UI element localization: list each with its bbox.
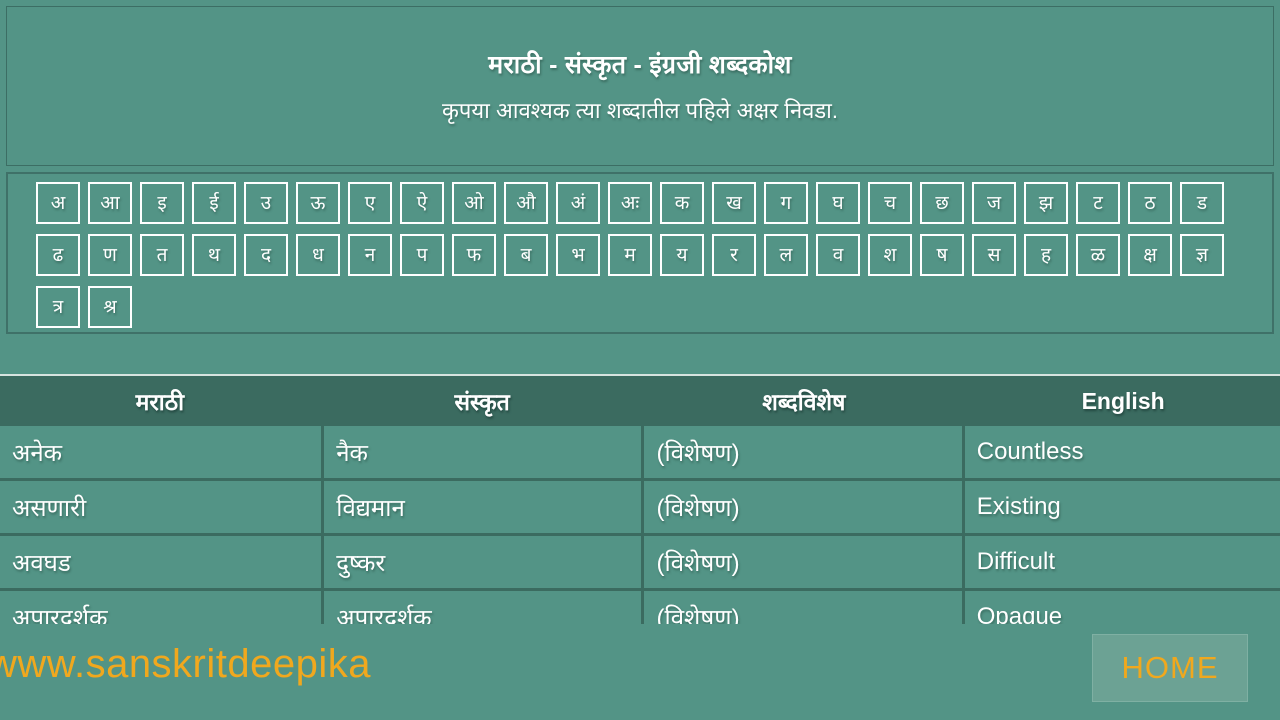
keyboard-row: अ आ इ ई उ ऊ ए ऐ ओ औ अं अः क ख ग घ च छ ज झ ट ठ ड [8,182,1272,234]
letter-key[interactable]: ऊ [296,182,340,224]
column-header: संस्कृत [454,389,510,415]
letter-key[interactable]: ग [764,182,808,224]
instruction-text: कृपया आवश्यक त्या शब्दातील पहिले अक्षर न… [442,98,838,123]
letter-key[interactable]: ओ [452,182,496,224]
letter-key[interactable]: त्र [36,286,80,328]
letter-key[interactable]: ऐ [400,182,444,224]
letter-key[interactable]: ध [296,234,340,276]
letter-key[interactable]: न [348,234,392,276]
table-cell: असणारी [0,481,322,533]
title-panel: मराठी - संस्कृत - इंग्रजी शब्दकोश कृपया … [6,6,1274,166]
letter-key[interactable]: ड [1180,182,1224,224]
letter-key[interactable]: द [244,234,288,276]
table-row[interactable]: अनेक नैक (विशेषण) Countless [0,426,1280,478]
table-cell: (विशेषण) [644,481,962,533]
letter-key[interactable]: ढ [36,234,80,276]
letter-key[interactable]: ह [1024,234,1068,276]
table-cell: (विशेषण) [644,426,962,478]
letter-key[interactable]: ज्ञ [1180,234,1224,276]
table-cell: (विशेषण) [644,536,962,588]
table-cell: अनेक [0,426,322,478]
letter-key[interactable]: ज [972,182,1016,224]
letter-key[interactable]: छ [920,182,964,224]
letter-key[interactable]: इ [140,182,184,224]
table-header-row: मराठी संस्कृत शब्दविशेष English [0,374,1280,426]
letter-key[interactable]: त [140,234,184,276]
table-cell: अवघड [0,536,322,588]
app-root: मराठी - संस्कृत - इंग्रजी शब्दकोश कृपया … [0,0,1280,720]
letter-key[interactable]: क [660,182,704,224]
keyboard-row: त्र श्र [8,286,1272,338]
table-cell: Difficult [964,536,1280,588]
table-row[interactable]: अवघड दुष्कर (विशेषण) Difficult [0,536,1280,588]
page-title: मराठी - संस्कृत - इंग्रजी शब्दकोश [488,51,792,79]
keyboard-row: ढ ण त थ द ध न प फ ब भ म य र ल व श ष स ह ळ क्ष ज्ञ [8,234,1272,286]
table-cell: विद्यमान [324,481,642,533]
table-body: अनेक नैक (विशेषण) Countless असणारी विद्यमान (व… [0,426,1280,643]
column-header: English [1081,387,1165,414]
letter-key[interactable]: प [400,234,444,276]
letter-key[interactable]: उ [244,182,288,224]
alphabet-keyboard-panel: अ आ इ ई उ ऊ ए ऐ ओ औ अं अः क ख ग घ च छ ज झ ट ठ ड ढ ण त थ द ध न प फ ब भ म य र ल… [6,172,1274,334]
letter-key[interactable]: स [972,234,1016,276]
letter-key[interactable]: ण [88,234,132,276]
letter-key[interactable]: अ [36,182,80,224]
letter-key[interactable]: च [868,182,912,224]
table-cell: नैक [324,426,642,478]
letter-key[interactable]: ळ [1076,234,1120,276]
letter-key[interactable]: फ [452,234,496,276]
site-watermark: www.sanskritdeepika [0,642,371,686]
letter-key[interactable]: र [712,234,756,276]
letter-key[interactable]: झ [1024,182,1068,224]
home-button[interactable]: HOME [1092,634,1248,702]
letter-key[interactable]: ए [348,182,392,224]
letter-key[interactable]: भ [556,234,600,276]
letter-key[interactable]: ख [712,182,756,224]
letter-key[interactable]: औ [504,182,548,224]
letter-key[interactable]: म [608,234,652,276]
letter-key[interactable]: य [660,234,704,276]
letter-key[interactable]: ट [1076,182,1120,224]
letter-key[interactable]: घ [816,182,860,224]
letter-key[interactable]: थ [192,234,236,276]
column-header: मराठी [135,389,185,415]
letter-key[interactable]: अं [556,182,600,224]
letter-key[interactable]: ई [192,182,236,224]
letter-key[interactable]: श्र [88,286,132,328]
letter-key[interactable]: ठ [1128,182,1172,224]
table-cell: दुष्कर [324,536,642,588]
column-header: शब्दविशेष [762,389,846,415]
letter-key[interactable]: क्ष [1128,234,1172,276]
letter-key[interactable]: श [868,234,912,276]
letter-key[interactable]: ल [764,234,808,276]
table-cell: Countless [964,426,1280,478]
letter-key[interactable]: ष [920,234,964,276]
letter-key[interactable]: ब [504,234,548,276]
letter-key[interactable]: व [816,234,860,276]
letter-key[interactable]: आ [88,182,132,224]
table-row[interactable]: असणारी विद्यमान (विशेषण) Existing [0,481,1280,533]
letter-key[interactable]: अः [608,182,652,224]
bottom-bar: www.sanskritdeepika HOME [0,624,1280,720]
table-cell: Existing [964,481,1280,533]
